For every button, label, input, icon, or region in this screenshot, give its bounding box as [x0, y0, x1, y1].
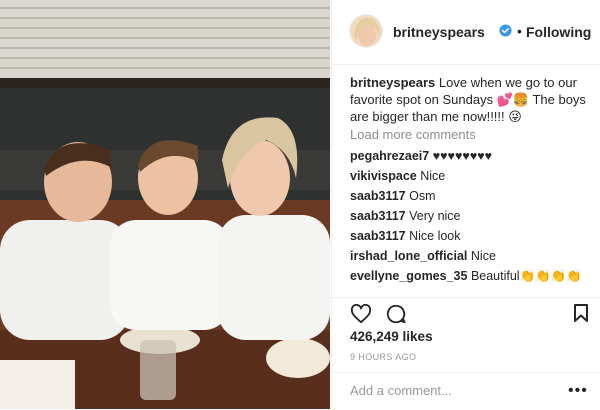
comment-text: Nice [420, 169, 446, 183]
following-button[interactable]: Following [526, 24, 591, 40]
load-more-comments-button[interactable]: Load more comments [350, 127, 476, 142]
caption-username[interactable]: britneyspears [350, 75, 435, 90]
comment-text: Very nice [409, 209, 461, 223]
post-header: britneyspears • Following [332, 0, 600, 65]
heart-icon[interactable] [350, 304, 372, 324]
comment-text: Nice look [409, 229, 461, 243]
comment-item: pegahrezaei7 ♥♥♥♥♥♥♥♥ [350, 149, 492, 163]
photo-illustration [0, 0, 330, 409]
likes-count[interactable]: 426,249 likes [350, 329, 433, 344]
verified-badge-icon [499, 24, 512, 37]
comment-text: Beautiful👏👏👏👏 [470, 269, 582, 283]
header-username[interactable]: britneyspears [393, 24, 485, 40]
comment-username[interactable]: pegahrezaei7 [350, 149, 429, 163]
comment-item: vikivispace Nice [350, 169, 445, 183]
post-timestamp[interactable]: 9 HOURS AGO [350, 352, 416, 362]
action-bar [332, 297, 600, 330]
comment-username[interactable]: saab3117 [350, 229, 406, 243]
comments-fade [350, 289, 590, 297]
avatar-image [350, 15, 382, 47]
post-caption: britneyspears Love when we go to our fav… [350, 74, 590, 125]
comment-username[interactable]: saab3117 [350, 209, 406, 223]
comment-username[interactable]: evellyne_gomes_35 [350, 269, 467, 283]
bookmark-icon[interactable] [573, 303, 589, 323]
separator-dot: • [517, 23, 522, 39]
add-comment-input[interactable]: Add a comment... [350, 383, 452, 398]
more-options-icon[interactable]: ••• [568, 382, 588, 400]
comment-username[interactable]: irshad_lone_official [350, 249, 467, 263]
comment-item: irshad_lone_official Nice [350, 249, 496, 263]
post-photo[interactable] [0, 0, 330, 409]
post-details-panel: britneyspears • Following britneyspears … [331, 0, 600, 409]
comment-username[interactable]: vikivispace [350, 169, 417, 183]
comment-text: ♥♥♥♥♥♥♥♥ [432, 149, 493, 163]
comment-item: saab3117 Osm [350, 189, 435, 203]
comment-text: Nice [470, 249, 496, 263]
comment-text: Osm [409, 189, 436, 203]
comment-icon[interactable] [385, 303, 407, 325]
comment-item: saab3117 Nice look [350, 229, 461, 243]
comment-item: evellyne_gomes_35 Beautiful👏👏👏👏 [350, 269, 582, 284]
avatar[interactable] [349, 14, 383, 48]
comment-username[interactable]: saab3117 [350, 189, 406, 203]
comment-item: saab3117 Very nice [350, 209, 461, 223]
